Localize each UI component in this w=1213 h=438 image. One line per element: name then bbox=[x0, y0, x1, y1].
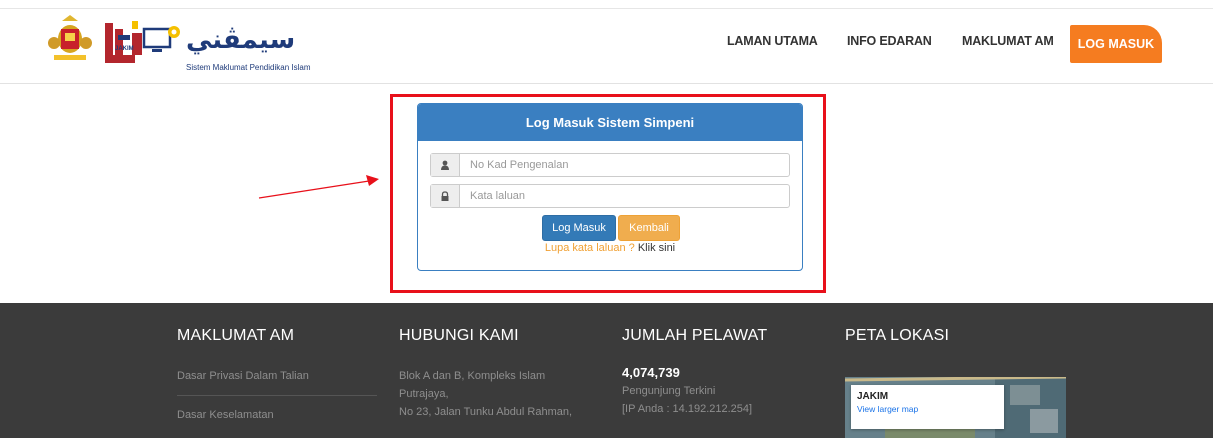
annotation-arrow-icon bbox=[258, 175, 379, 199]
lock-icon bbox=[431, 185, 460, 207]
forgot-text: Lupa kata laluan ? bbox=[544, 242, 635, 254]
address-line-3: No 23, Jalan Tunku Abdul Rahman, bbox=[399, 406, 573, 418]
address-line-2: Putrajaya, bbox=[399, 388, 449, 400]
security-link[interactable]: Dasar Keselamatan bbox=[177, 406, 377, 424]
footer-peta-heading: PETA LOKASI bbox=[845, 327, 950, 344]
login-panel-title: Log Masuk Sistem Simpeni bbox=[418, 104, 802, 141]
map-title: JAKIM bbox=[857, 391, 889, 402]
location-map[interactable]: JAKIM View larger map bbox=[845, 377, 1066, 438]
visitor-count: 4,074,739 bbox=[622, 365, 680, 380]
nav-info-edaran[interactable]: INFO EDARAN bbox=[847, 34, 932, 48]
footer-pelawat: JUMLAH PELAWAT 4,074,739 Pengunjung Terk… bbox=[622, 327, 822, 418]
footer-divider bbox=[177, 395, 377, 396]
ic-number-field[interactable]: No Kad Pengenalan bbox=[430, 153, 790, 177]
password-input[interactable]: Kata laluan bbox=[460, 185, 789, 207]
monitor-icon bbox=[140, 23, 184, 64]
privacy-link[interactable]: Dasar Privasi Dalam Talian bbox=[177, 367, 377, 385]
address-line-1: Blok A dan B, Kompleks Islam bbox=[399, 370, 546, 382]
password-field[interactable]: Kata laluan bbox=[430, 184, 790, 208]
kembali-label: Kembali bbox=[629, 222, 669, 234]
footer-peta: PETA LOKASI bbox=[845, 327, 1065, 345]
klik-sini-link[interactable]: Klik sini bbox=[638, 242, 675, 254]
site-header: JAKIM سيمڤني Sistem Maklumat Pendidikan … bbox=[0, 9, 1213, 84]
ip-address: [IP Anda : 14.192.212.254] bbox=[622, 403, 753, 415]
nav-log-masuk-button[interactable]: LOG MASUK bbox=[1070, 25, 1162, 63]
kembali-button[interactable]: Kembali bbox=[618, 215, 680, 241]
forgot-password: Lupa kata laluan ? Klik sini bbox=[418, 242, 802, 254]
map-info-card: JAKIM View larger map bbox=[851, 385, 1004, 429]
footer-maklumat-heading: MAKLUMAT AM bbox=[177, 327, 295, 344]
nav-laman-utama[interactable]: LAMAN UTAMA bbox=[727, 34, 818, 48]
log-masuk-button[interactable]: Log Masuk bbox=[542, 215, 616, 241]
footer-maklumat: MAKLUMAT AM Dasar Privasi Dalam Talian D… bbox=[177, 327, 377, 424]
jakim-label: JAKIM bbox=[115, 46, 134, 52]
footer-pelawat-heading: JUMLAH PELAWAT bbox=[622, 327, 768, 344]
site-footer: MAKLUMAT AM Dasar Privasi Dalam Talian D… bbox=[0, 303, 1213, 438]
simpeni-logo-text: سيمڤني bbox=[186, 25, 296, 55]
login-panel: Log Masuk Sistem Simpeni No Kad Pengenal… bbox=[417, 103, 803, 271]
user-icon bbox=[431, 154, 460, 176]
nav-maklumat-am[interactable]: MAKLUMAT AM bbox=[962, 34, 1054, 48]
recent-visitors: Pengunjung Terkini bbox=[622, 385, 716, 397]
ic-number-input[interactable]: No Kad Pengenalan bbox=[460, 154, 789, 176]
view-larger-map-link[interactable]: View larger map bbox=[857, 404, 918, 414]
footer-hubungi: HUBUNGI KAMI Blok A dan B, Kompleks Isla… bbox=[399, 327, 609, 421]
logo-subtitle: Sistem Maklumat Pendidikan Islam bbox=[186, 63, 311, 72]
footer-hubungi-heading: HUBUNGI KAMI bbox=[399, 327, 519, 344]
